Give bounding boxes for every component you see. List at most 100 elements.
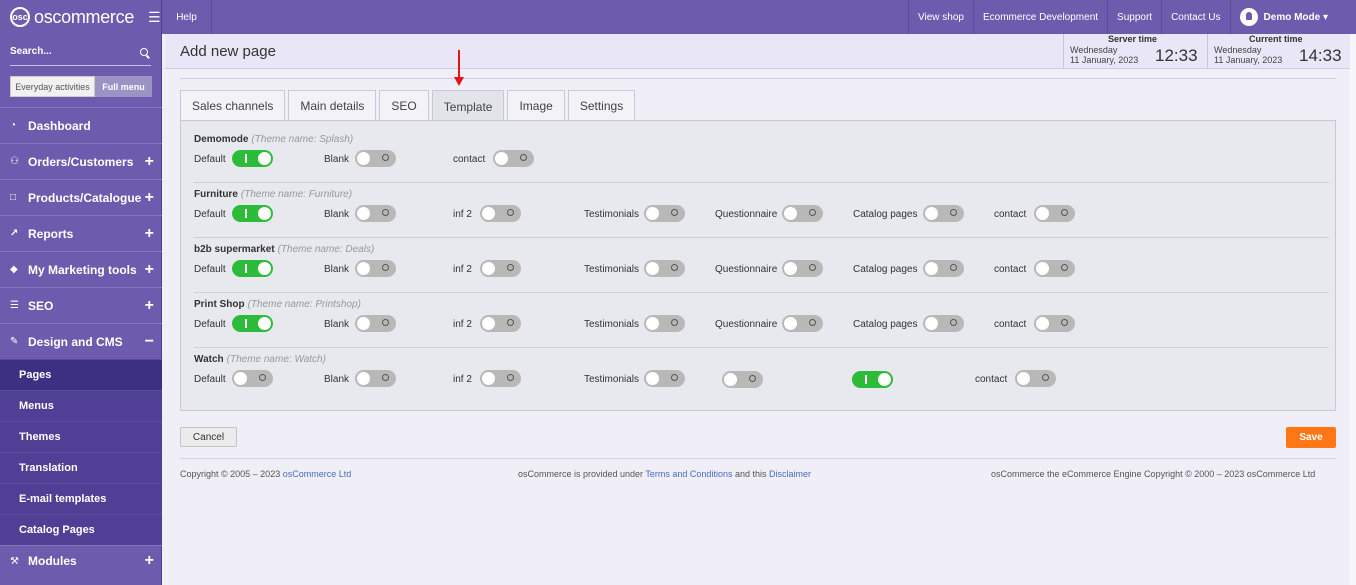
template-option-label: contact [994, 318, 1027, 330]
terms-link[interactable]: Terms and Conditions [645, 469, 732, 479]
sidebar-item-products-catalogue[interactable]: □ Products/Catalogue + [0, 179, 162, 215]
template-toggle[interactable] [782, 205, 823, 222]
toggle-knob-icon [925, 262, 938, 275]
template-toggle[interactable] [923, 260, 964, 277]
template-toggle[interactable] [480, 370, 521, 387]
footer-engine: osCommerce the eCommerce Engine Copyrigh… [991, 469, 1316, 479]
scrollbar[interactable] [1350, 34, 1356, 585]
contact-us-link[interactable]: Contact Us [1161, 0, 1229, 34]
sidebar-subitem-themes[interactable]: Themes [0, 421, 162, 452]
footer-and-text: and this [732, 469, 769, 479]
user-menu[interactable]: Demo Mode ▾ [1229, 0, 1356, 34]
template-toggle[interactable] [480, 205, 521, 222]
expand-icon[interactable]: + [145, 225, 154, 243]
toggle-knob-icon [482, 372, 495, 385]
template-toggle[interactable] [644, 260, 685, 277]
template-toggle[interactable] [923, 205, 964, 222]
menu-mode-toggle: Everyday activities Full menu [10, 76, 152, 97]
tab-sales-channels[interactable]: Sales channels [180, 90, 286, 121]
full-menu-button[interactable]: Full menu [95, 76, 152, 97]
expand-icon[interactable]: + [145, 297, 154, 315]
sidebar-item-my-marketing-tools[interactable]: ◆ My Marketing tools + [0, 251, 162, 287]
template-toggle[interactable] [782, 260, 823, 277]
template-toggle[interactable] [1015, 370, 1056, 387]
template-option: Blank [324, 314, 396, 334]
template-toggle[interactable] [232, 315, 273, 332]
expand-icon[interactable]: + [145, 189, 154, 207]
everyday-activities-button[interactable]: Everyday activities [10, 76, 95, 97]
template-toggle[interactable] [1034, 315, 1075, 332]
template-toggle[interactable] [644, 370, 685, 387]
sidebar-item-label: Orders/Customers [28, 154, 134, 169]
tab-main-details[interactable]: Main details [288, 90, 377, 121]
expand-icon[interactable]: + [145, 261, 154, 279]
sidebar-item-orders-customers[interactable]: ⚇ Orders/Customers + [0, 143, 162, 179]
template-option-label: inf 2 [453, 263, 472, 275]
template-toggle[interactable] [355, 150, 396, 167]
server-time: Server time Wednesday 11 January, 2023 12… [1063, 34, 1207, 69]
tab-template[interactable]: Template [431, 90, 505, 122]
template-toggle[interactable] [232, 260, 273, 277]
logo[interactable]: osc oscommerce [0, 0, 161, 34]
save-button[interactable]: Save [1286, 427, 1336, 448]
sidebar-subitem-translation[interactable]: Translation [0, 452, 162, 483]
sidebar-subitem-catalog-pages[interactable]: Catalog Pages [0, 514, 162, 545]
collapse-icon[interactable]: − [145, 333, 154, 351]
sidebar-item-seo[interactable]: ☰ SEO + [0, 287, 162, 323]
template-toggle[interactable] [232, 370, 273, 387]
sidebar-item-label: Products/Catalogue [28, 190, 142, 205]
template-toggle[interactable] [480, 260, 521, 277]
template-toggle[interactable] [644, 205, 685, 222]
template-toggle[interactable] [1034, 260, 1075, 277]
template-toggle[interactable] [493, 150, 534, 167]
tab-image[interactable]: Image [507, 90, 565, 121]
ecommerce-development-link[interactable]: Ecommerce Development [972, 0, 1107, 34]
sidebar-item-dashboard[interactable]: ◔ Dashboard [0, 107, 162, 143]
expand-icon[interactable]: + [145, 552, 154, 570]
sidebar-subitem-menus[interactable]: Menus [0, 390, 162, 421]
template-toggle[interactable] [852, 370, 893, 388]
template-toggle[interactable] [232, 205, 273, 222]
template-option-label: Default [194, 263, 226, 275]
toggle-knob-icon [1036, 317, 1049, 330]
template-toggle[interactable] [782, 315, 823, 332]
template-toggle[interactable] [923, 315, 964, 332]
search-icon[interactable] [140, 48, 148, 56]
template-toggle[interactable] [355, 260, 396, 277]
expand-icon[interactable]: + [145, 153, 154, 171]
toggle-knob-icon [925, 317, 938, 330]
template-toggle[interactable] [232, 150, 273, 167]
oscommerce-ltd-link[interactable]: osCommerce Ltd [283, 469, 352, 479]
theme-options: Default Blank contact [194, 149, 1329, 169]
tab-seo[interactable]: SEO [379, 90, 429, 121]
sidebar-subitem-e-mail-templates[interactable]: E-mail templates [0, 483, 162, 514]
sidebar-item-reports[interactable]: ↗ Reports + [0, 215, 162, 251]
disclaimer-link[interactable]: Disclaimer [769, 469, 811, 479]
template-option: Default [194, 369, 273, 389]
template-toggle[interactable] [480, 315, 521, 332]
template-toggle[interactable] [355, 205, 396, 222]
view-shop-link[interactable]: View shop [908, 0, 973, 34]
toggle-knob-icon [1017, 372, 1030, 385]
theme-title: Furniture [194, 189, 238, 200]
sidebar-item-modules[interactable]: ⚒ Modules + [0, 545, 162, 576]
support-link[interactable]: Support [1107, 0, 1161, 34]
sidebar-item-design-and-cms[interactable]: ✎ Design and CMS − [0, 323, 162, 359]
help-link[interactable]: Help [162, 0, 212, 34]
template-toggle[interactable] [722, 370, 763, 388]
template-toggle[interactable] [355, 370, 396, 387]
theme-subtitle: (Theme name: Furniture) [240, 189, 353, 200]
theme-block: Demomode (Theme name: Splash) Default Blank… [194, 134, 1329, 169]
sidebar-subitem-pages[interactable]: Pages [0, 359, 162, 390]
search-input[interactable]: Search... [10, 42, 151, 66]
tab-settings[interactable]: Settings [567, 90, 636, 121]
template-option-label: Testimonials [584, 318, 640, 330]
template-toggle[interactable] [1034, 205, 1075, 222]
toggle-knob-icon [784, 317, 797, 330]
template-toggle[interactable] [644, 315, 685, 332]
server-time-date: Wednesday 11 January, 2023 [1070, 45, 1139, 65]
cancel-button[interactable]: Cancel [180, 427, 237, 447]
template-toggle[interactable] [355, 315, 396, 332]
theme-title: b2b supermarket [194, 244, 275, 255]
hamburger-icon[interactable]: ☰ [148, 9, 161, 26]
